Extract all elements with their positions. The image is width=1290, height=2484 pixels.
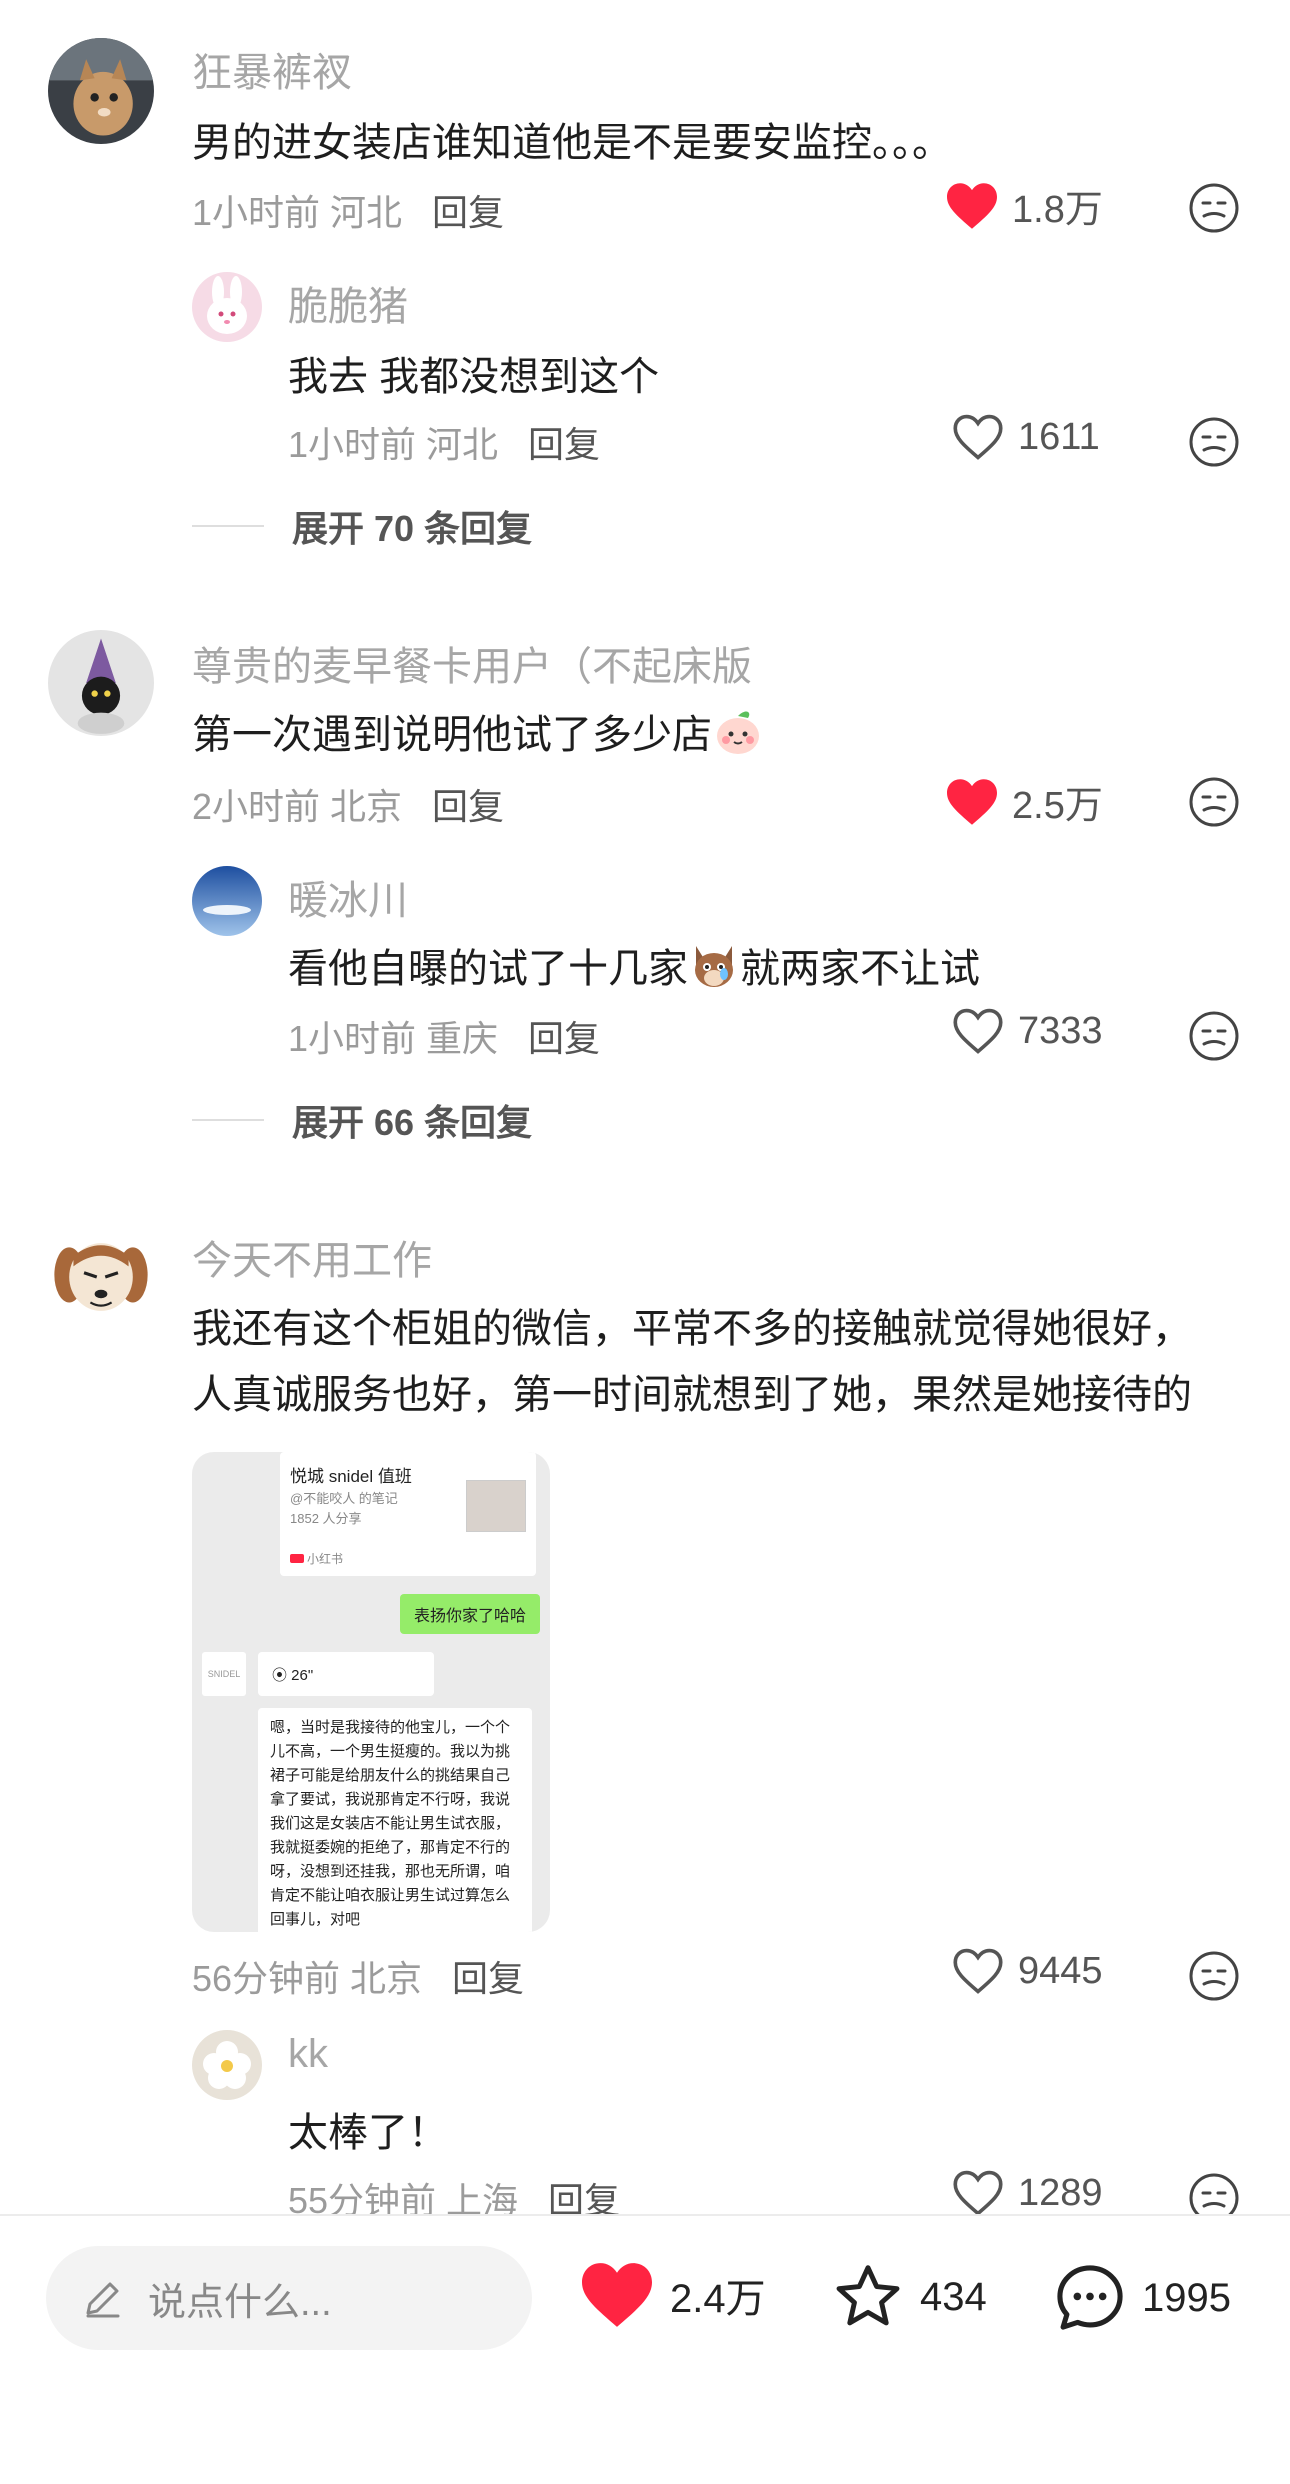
xiaohongshu-logo-icon (290, 1554, 304, 1563)
avatar[interactable] (192, 866, 262, 936)
post-collect-button[interactable]: 434 (830, 2260, 987, 2334)
divider (192, 1119, 264, 1121)
like-count: 7333 (1018, 1009, 1103, 1052)
like-button[interactable]: 1611 (950, 412, 1100, 462)
voice-duration: 26" (291, 1667, 314, 1684)
pencil-icon (86, 2282, 120, 2318)
post-like-button[interactable]: 2.4万 (578, 2260, 766, 2330)
voice-message: ⦿ 26" (258, 1652, 434, 1696)
expand-replies-button[interactable]: 展开 66 条回复 (192, 1094, 532, 1146)
chat-bubble-received: 嗯，当时是我接待的他宝儿，一个个儿不高，一个男生挺瘦的。我以为挑裙子可能是给朋友… (258, 1708, 532, 1932)
reply-text: 看他自曝的试了十几家 就两家不让试 (288, 936, 980, 994)
post-comment-count: 1995 (1142, 2275, 1231, 2320)
comment-meta: 1小时前 河北 回复 (192, 184, 504, 236)
dislike-face-icon[interactable] (1188, 776, 1240, 828)
comment-time-location: 2小时前 北京 (192, 786, 403, 827)
card-source-label: 小红书 (307, 1552, 344, 1566)
reply-button[interactable]: 回复 (432, 192, 504, 233)
comment-username[interactable]: 狂暴裤衩 (192, 40, 352, 98)
expand-replies-label: 展开 70 条回复 (292, 508, 533, 549)
comment-username[interactable]: 今天不用工作 (192, 1228, 432, 1286)
expand-replies-label: 展开 66 条回复 (292, 1102, 533, 1143)
like-button[interactable]: 7333 (950, 1006, 1103, 1056)
avatar[interactable] (192, 272, 262, 342)
card-thumbnail (466, 1480, 526, 1532)
card-source: 小红书 (290, 1550, 343, 1567)
dislike-face-icon[interactable] (1188, 182, 1240, 234)
heart-outline-icon (953, 1008, 1003, 1054)
post-like-count: 2.4万 (670, 2277, 766, 2321)
avatar[interactable] (48, 38, 154, 144)
like-count: 2.5万 (1012, 785, 1103, 827)
comment-username[interactable]: 尊贵的麦早餐卡用户（不起床版 (192, 634, 752, 692)
dislike-face-icon[interactable] (1188, 416, 1240, 468)
reply-time-location: 1小时前 河北 (288, 424, 499, 465)
comment-text-content: 第一次遇到说明他试了多少店 (192, 713, 712, 757)
avatar[interactable] (48, 630, 154, 736)
reply-button[interactable]: 回复 (528, 1018, 600, 1059)
comment-text-line: 我还有这个柜姐的微信，平常不多的接触就觉得她很好， (192, 1307, 1192, 1351)
bottom-action-bar: 说点什么... 2.4万 434 1995 (0, 2214, 1290, 2484)
like-count: 1611 (1018, 415, 1100, 458)
reply-text-part: 就两家不让试 (740, 947, 980, 991)
heart-filled-icon (947, 778, 997, 825)
blush-emoji-icon (712, 706, 764, 758)
avatar[interactable] (192, 2030, 262, 2100)
shared-note-card: 悦城 snidel 值班 @不能咬人 的笔记 1852 人分享 小红书 (280, 1452, 536, 1576)
heart-outline-icon (953, 2170, 1003, 2216)
comment-bubble-icon (1057, 2265, 1123, 2330)
divider (192, 525, 264, 527)
reply-username[interactable]: kk (288, 2032, 328, 2077)
post-comment-button[interactable]: 1995 (1052, 2260, 1231, 2336)
dislike-face-icon[interactable] (1188, 1010, 1240, 1062)
reply-username[interactable]: 脆脆猪 (288, 274, 408, 332)
avatar[interactable] (48, 1224, 154, 1330)
heart-outline-icon (953, 1948, 1003, 1994)
comment-text: 男的进女装店谁知道他是不是要安监控。。。 (192, 121, 952, 165)
star-icon (836, 2265, 900, 2326)
reply-meta: 1小时前 重庆 回复 (288, 1010, 600, 1062)
chat-bubble-sent: 表扬你家了哈哈 (399, 1594, 540, 1634)
heart-filled-icon (947, 182, 997, 229)
card-shares: 1852 人分享 (290, 1511, 362, 1526)
comment-text: 第一次遇到说明他试了多少店 (192, 702, 764, 760)
reply-button[interactable]: 回复 (452, 1958, 524, 1999)
reply-button[interactable]: 回复 (432, 786, 504, 827)
like-button[interactable]: 2.5万 (944, 774, 1103, 829)
like-count: 9445 (1018, 1949, 1103, 1992)
reply-text: 太棒了！ (288, 2111, 448, 2155)
comment-input[interactable]: 说点什么... (46, 2246, 532, 2350)
comment-input-placeholder: 说点什么... (148, 2281, 332, 2324)
like-button[interactable]: 1289 (950, 2168, 1103, 2218)
reply-username[interactable]: 暖冰川 (288, 868, 408, 926)
comment-time-location: 56分钟前 北京 (192, 1958, 423, 1999)
heart-filled-icon (582, 2263, 652, 2327)
like-count: 1289 (1018, 2171, 1103, 2214)
like-button[interactable]: 1.8万 (944, 178, 1103, 233)
chat-avatar-logo: SNIDEL (202, 1652, 246, 1696)
comment-meta: 56分钟前 北京 回复 (192, 1950, 524, 2002)
like-count: 1.8万 (1012, 189, 1103, 231)
expand-replies-button[interactable]: 展开 70 条回复 (192, 500, 532, 552)
reply-button[interactable]: 回复 (528, 424, 600, 465)
comment-text-line: 人真诚服务也好，第一时间就想到了她，果然是她接待的 (192, 1373, 1192, 1417)
comment-time-location: 1小时前 河北 (192, 192, 403, 233)
dog-emoji-icon (688, 940, 740, 992)
comment-image[interactable]: 悦城 snidel 值班 @不能咬人 的笔记 1852 人分享 小红书 表扬你家… (192, 1452, 550, 1932)
reply-meta: 1小时前 河北 回复 (288, 416, 600, 468)
dislike-face-icon[interactable] (1188, 1950, 1240, 2002)
heart-outline-icon (953, 414, 1003, 460)
reply-text-part: 看他自曝的试了十几家 (288, 947, 688, 991)
card-author: @不能咬人 的笔记 (290, 1491, 398, 1506)
comment-meta: 2小时前 北京 回复 (192, 778, 504, 830)
reply-time-location: 1小时前 重庆 (288, 1018, 499, 1059)
reply-text: 我去 我都没想到这个 (288, 355, 660, 399)
like-button[interactable]: 9445 (950, 1946, 1103, 1996)
voice-icon: ⦿ (272, 1667, 292, 1684)
post-collect-count: 434 (920, 2274, 987, 2319)
card-title: 悦城 snidel 值班 (290, 1467, 412, 1486)
